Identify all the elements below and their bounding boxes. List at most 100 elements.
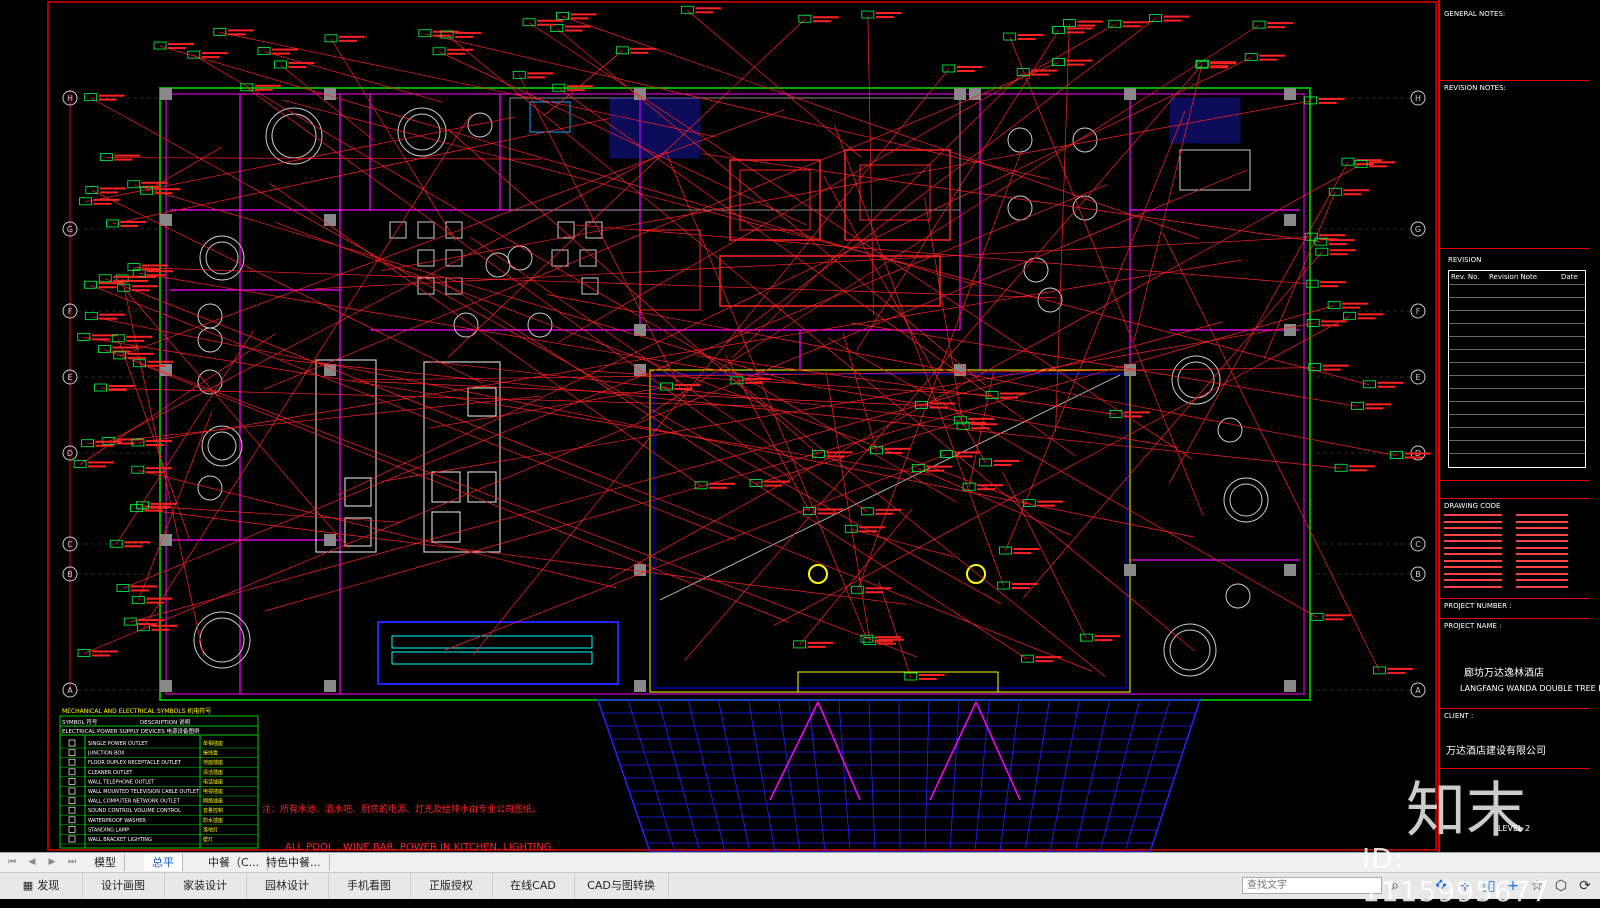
legend-desc-cn: 落地灯 xyxy=(203,826,218,833)
leader-line xyxy=(834,124,1005,587)
first-tab-icon[interactable]: ⏮ xyxy=(6,856,18,868)
grid-label-A: A xyxy=(1415,686,1421,695)
annotation-text xyxy=(98,282,125,285)
grid-label-B: B xyxy=(1415,570,1421,579)
tb-project-name: PROJECT NAME : xyxy=(1444,622,1502,630)
revision-table: Rev. No. Revision Note Date xyxy=(1448,270,1586,468)
rev-col-desc: Revision Note xyxy=(1489,273,1538,281)
status-button-3[interactable]: 园林设计 xyxy=(246,873,329,899)
annotation-text xyxy=(817,512,836,515)
status-button-7[interactable]: CAD与图转换 xyxy=(574,873,669,899)
next-tab-icon[interactable]: ▶ xyxy=(46,856,58,868)
annotation-text xyxy=(1357,313,1384,316)
status-button-6[interactable]: 在线CAD xyxy=(492,873,575,899)
layout-tab-0[interactable]: 模型 xyxy=(86,854,125,871)
leader-line xyxy=(851,528,954,557)
leader-line xyxy=(799,508,913,646)
annotation-text xyxy=(1000,396,1019,399)
cad-drawing-canvas[interactable]: HGFEDCBA HGFEDCBA xyxy=(0,0,1600,852)
annotation-text xyxy=(1404,456,1423,459)
round-table xyxy=(1007,127,1033,153)
status-button-5[interactable]: 正版授权 xyxy=(410,873,493,899)
annotation-text xyxy=(918,677,937,680)
annotation-text xyxy=(1122,25,1141,28)
tb-drawing-code: DRAWING CODE xyxy=(1444,502,1501,510)
leader-line xyxy=(104,349,918,658)
equipment-tag xyxy=(615,46,629,55)
legend-symbol xyxy=(68,778,76,785)
equipment-tag xyxy=(1310,612,1324,621)
annotation-text xyxy=(1404,452,1431,455)
annotation-text xyxy=(1365,403,1392,406)
discover-button[interactable]: ▦ 发现 xyxy=(0,873,83,899)
annotation-text xyxy=(127,356,146,359)
annotation-text xyxy=(1328,243,1347,246)
tb-project-number: PROJECT NUMBER : xyxy=(1444,602,1512,610)
last-tab-icon[interactable]: ⏭ xyxy=(66,856,78,868)
layout-tab-1[interactable]: 总平 xyxy=(144,854,183,871)
leader-line xyxy=(91,316,1195,538)
round-table xyxy=(507,245,533,271)
grid-label-D: D xyxy=(67,449,73,458)
annotation-text xyxy=(147,360,174,363)
annotation-text xyxy=(154,188,181,191)
prev-tab-icon[interactable]: ◀ xyxy=(26,856,38,868)
legend-desc-cn: 电话插座 xyxy=(203,778,223,785)
canopy-grid xyxy=(1099,699,1141,852)
leader-line xyxy=(438,51,807,226)
search-input[interactable] xyxy=(1242,877,1382,894)
annotation-text xyxy=(1349,469,1368,472)
leader-line xyxy=(825,372,871,642)
annotation-text xyxy=(807,641,834,644)
tb-project-name-en: LANGFANG WANDA DOUBLE TREE HOTEL xyxy=(1460,684,1600,693)
round-table xyxy=(453,312,479,338)
equipment-tag xyxy=(512,70,526,79)
status-button-2[interactable]: 家装设计 xyxy=(164,873,247,899)
equipment-tag xyxy=(418,29,432,38)
annotation-text xyxy=(1387,667,1414,670)
annotation-text xyxy=(339,39,358,42)
legend-table: MECHANICAL AND ELECTRICAL SYMBOLS 机电符号 S… xyxy=(59,707,259,849)
legend-section: ELECTRICAL POWER SUPPLY DEVICES 电源设备图例 xyxy=(62,727,200,735)
leader-line xyxy=(246,87,791,479)
annotation-text xyxy=(114,154,141,157)
leader-line xyxy=(274,221,1030,504)
annotation-text xyxy=(1077,24,1096,27)
canopy-grid xyxy=(838,699,851,852)
annotation-text xyxy=(92,654,111,657)
annotation-text xyxy=(1066,27,1093,30)
annotation-text xyxy=(99,187,126,190)
drawing-code-list xyxy=(1444,514,1586,594)
annotation-text xyxy=(1342,306,1361,309)
round-table-top xyxy=(205,241,239,275)
annotation-text xyxy=(1031,73,1050,76)
floor-plan-drawing: HGFEDCBA HGFEDCBA xyxy=(47,1,1437,852)
annotation-text xyxy=(918,673,945,676)
annotation-text xyxy=(1035,660,1054,663)
legend-symbol xyxy=(68,806,76,814)
annotation-text xyxy=(1319,234,1346,237)
leader-line xyxy=(85,116,515,203)
equipment-tag xyxy=(1252,20,1266,29)
watermark-id: ID: 1115995677 xyxy=(1362,842,1551,908)
grid-label-E: E xyxy=(1415,373,1420,382)
legend-desc-cn: 电视插座 xyxy=(203,788,223,795)
annotation-text xyxy=(1342,302,1369,305)
annotation-text xyxy=(1011,582,1038,585)
layout-tab-3[interactable]: 特色中餐... xyxy=(258,854,330,871)
annotation-text xyxy=(877,642,896,645)
annotation-text xyxy=(99,313,126,316)
annotation-text xyxy=(1325,618,1344,621)
status-button-1[interactable]: 设计画图 xyxy=(82,873,165,899)
annotation-text xyxy=(114,158,133,161)
equipment-tag xyxy=(680,5,694,14)
round-table-top xyxy=(1229,483,1263,517)
equipment-tag xyxy=(1003,32,1017,41)
legend-symbol xyxy=(68,826,76,833)
annotation-text xyxy=(131,285,158,288)
leader-line xyxy=(90,284,736,541)
status-button-4[interactable]: 手机看图 xyxy=(328,873,411,899)
equipment-tag xyxy=(556,11,569,20)
annotation-text xyxy=(1035,656,1062,659)
annotation-text xyxy=(817,508,844,511)
